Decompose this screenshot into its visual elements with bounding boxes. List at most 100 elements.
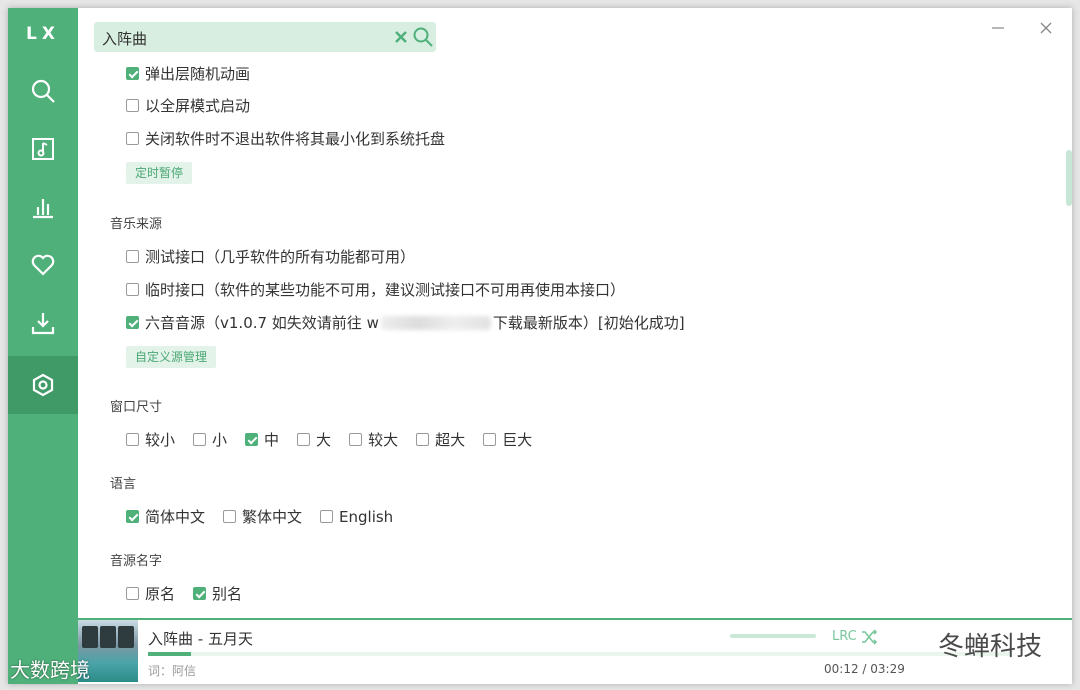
checkbox-label: 六音音源（v1.0.7 如失效请前往 w: [145, 314, 379, 332]
settings-content: 弹出层随机动画 以全屏模式启动 关闭软件时不退出软件将其最小化到系统托盘 定时暂…: [78, 62, 1060, 620]
search-icon: [31, 79, 55, 103]
checkbox[interactable]: [126, 510, 139, 523]
download-icon: [31, 313, 55, 335]
sidebar-item-my-list[interactable]: [8, 236, 78, 294]
option-larger[interactable]: 较大: [349, 429, 398, 450]
checkbox[interactable]: [483, 433, 497, 446]
option-small[interactable]: 小: [193, 429, 227, 450]
checkbox-label: 繁体中文: [242, 508, 303, 526]
section-title-window-size: 窗口尺寸: [110, 400, 163, 415]
lyric-line: 词：阿信: [148, 664, 197, 678]
playback-time: 00:12 / 03:29: [824, 662, 905, 676]
checkbox-label: 以全屏模式启动: [145, 97, 251, 115]
bar-chart-icon: [33, 199, 53, 219]
checkbox-label-suffix: 下载最新版本）[初始化成功]: [492, 314, 685, 332]
close-icon[interactable]: [392, 28, 410, 46]
watermark-left: 大数跨境: [10, 658, 90, 682]
sidebar: LX: [8, 8, 78, 684]
checkbox-label: 临时接口（软件的某些功能不可用，建议测试接口不可用再使用本接口）: [145, 281, 626, 299]
setting-minimize-to-tray[interactable]: 关闭软件时不退出软件将其最小化到系统托盘: [126, 128, 463, 149]
music-note-icon: [32, 138, 54, 160]
checkbox-label: 小: [212, 431, 228, 449]
source-temp-api[interactable]: 临时接口（软件的某些功能不可用，建议测试接口不可用再使用本接口）: [126, 279, 643, 300]
song-title: 入阵曲 - 五月天: [148, 630, 253, 648]
checkbox-label: English: [339, 507, 394, 526]
section-title-language: 语言: [110, 477, 137, 492]
checkbox[interactable]: [193, 433, 207, 446]
checkbox-label: 测试接口（几乎软件的所有功能都可用）: [145, 248, 416, 266]
source-test-api[interactable]: 测试接口（几乎软件的所有功能都可用）: [126, 246, 433, 267]
checkbox[interactable]: [126, 250, 139, 263]
close-icon[interactable]: [1036, 18, 1056, 38]
section-title-music-source: 音乐来源: [110, 217, 163, 232]
option-large[interactable]: 大: [297, 429, 331, 450]
checkbox[interactable]: [193, 587, 207, 600]
checkbox-label: 大: [316, 431, 332, 449]
search-box: [94, 22, 436, 52]
checkbox-label: 巨大: [502, 431, 533, 449]
setting-fullscreen-start[interactable]: 以全屏模式启动: [126, 95, 268, 116]
source-name-options: 原名 别名: [126, 583, 260, 604]
scrollbar[interactable]: [1066, 58, 1072, 616]
checkbox[interactable]: [126, 99, 139, 112]
checkbox[interactable]: [223, 510, 237, 523]
search-input[interactable]: [100, 27, 374, 49]
sidebar-item-leaderboard[interactable]: [8, 178, 78, 236]
source-liuyin[interactable]: 六音音源（v1.0.7 如失效请前往 w 下载最新版本）[初始化成功]: [126, 312, 703, 333]
checkbox[interactable]: [349, 433, 363, 446]
minimize-icon[interactable]: [988, 18, 1008, 38]
option-english[interactable]: English: [320, 508, 393, 526]
checkbox[interactable]: [416, 433, 430, 446]
watermark-right: 冬蝉科技: [938, 632, 1043, 662]
main-panel: 弹出层随机动画 以全屏模式启动 关闭软件时不退出软件将其最小化到系统托盘 定时暂…: [78, 8, 1072, 620]
lyric-toggle-button[interactable]: LRC: [832, 629, 857, 644]
checkbox[interactable]: [245, 433, 259, 446]
checkbox-label: 原名: [145, 585, 176, 603]
sidebar-item-search[interactable]: [8, 62, 78, 120]
app-window: LX 弹出层随机动画: [8, 8, 1072, 684]
option-smaller[interactable]: 较小: [126, 429, 175, 450]
sidebar-item-settings[interactable]: [8, 356, 78, 414]
option-simplified-chinese[interactable]: 简体中文: [126, 506, 205, 527]
option-huge[interactable]: 巨大: [483, 429, 532, 450]
window-size-options: 较小 小 中 大 较大 超大 巨大: [126, 429, 550, 450]
shuffle-icon[interactable]: [860, 628, 878, 646]
timer-pause-button[interactable]: 定时暂停: [126, 162, 193, 184]
setting-random-animation[interactable]: 弹出层随机动画: [126, 63, 268, 84]
player-bar: 入阵曲 - 五月天 LRC 词：阿信 00:12 / 03:29: [78, 618, 1072, 684]
option-alias[interactable]: 别名: [193, 583, 242, 604]
checkbox[interactable]: [320, 510, 334, 523]
sidebar-item-download[interactable]: [8, 294, 78, 352]
checkbox-label: 超大: [435, 431, 466, 449]
checkbox-label: 弹出层随机动画: [145, 65, 251, 83]
checkbox-label: 较大: [368, 431, 399, 449]
checkbox-label: 简体中文: [145, 508, 206, 526]
custom-source-button[interactable]: 自定义源管理: [126, 346, 217, 368]
progress-bar[interactable]: [148, 652, 1010, 656]
section-title-source-name: 音源名字: [110, 554, 163, 569]
scrollbar-thumb[interactable]: [1066, 150, 1072, 206]
checkbox-label: 较小: [145, 431, 176, 449]
heart-icon: [31, 254, 55, 276]
checkbox-label: 关闭软件时不退出软件将其最小化到系统托盘: [145, 130, 446, 148]
option-extra-large[interactable]: 超大: [416, 429, 465, 450]
checkbox[interactable]: [126, 316, 139, 329]
option-original-name[interactable]: 原名: [126, 583, 175, 604]
checkbox-label: 别名: [212, 585, 243, 603]
app-logo: LX: [26, 24, 60, 44]
checkbox[interactable]: [126, 433, 139, 446]
checkbox-label: 中: [264, 431, 280, 449]
checkbox[interactable]: [126, 132, 139, 145]
option-traditional-chinese[interactable]: 繁体中文: [223, 506, 302, 527]
checkbox[interactable]: [126, 587, 139, 600]
language-options: 简体中文 繁体中文 English: [126, 506, 411, 527]
checkbox[interactable]: [297, 433, 311, 446]
redacted-url: [380, 315, 491, 330]
settings-icon: [32, 373, 54, 397]
checkbox[interactable]: [126, 283, 139, 296]
search-icon[interactable]: [412, 26, 434, 48]
sidebar-item-song-list[interactable]: [8, 120, 78, 178]
option-medium[interactable]: 中: [245, 429, 279, 450]
volume-slider[interactable]: [730, 634, 816, 638]
checkbox[interactable]: [126, 67, 139, 80]
